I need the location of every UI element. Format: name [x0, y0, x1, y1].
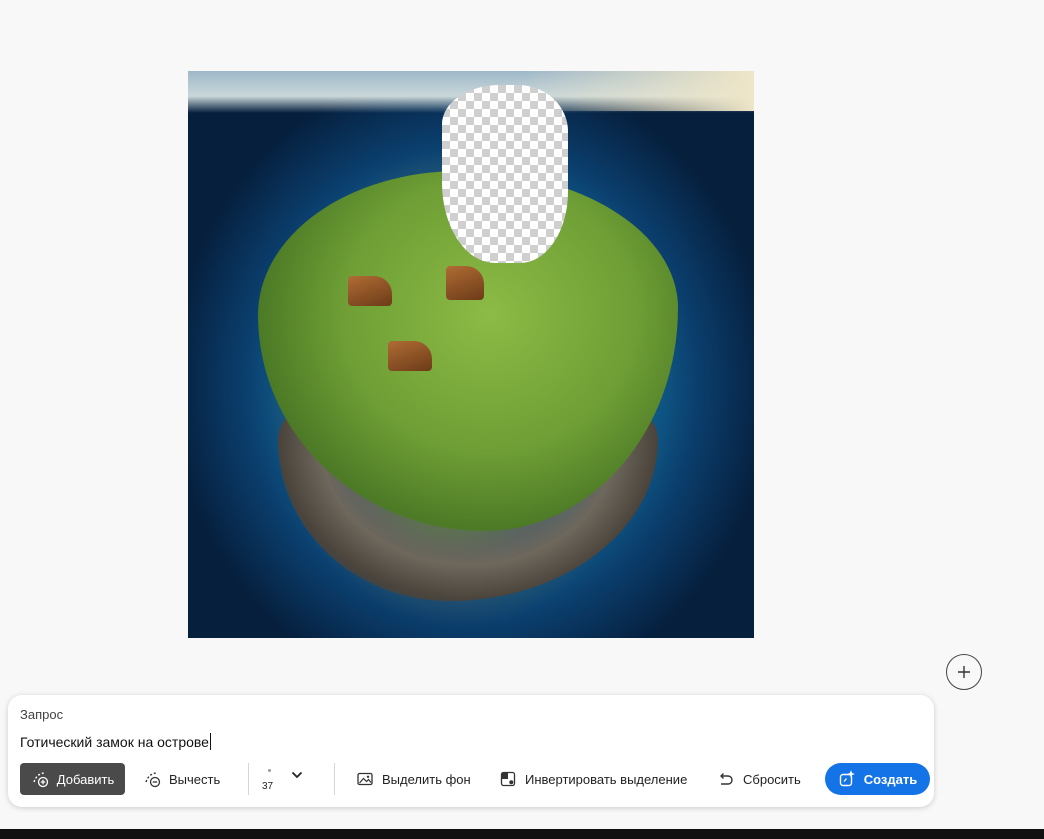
image-icon: [357, 772, 373, 786]
invert-selection-label: Инвертировать выделение: [525, 771, 688, 787]
brush-size-preview: [268, 769, 271, 772]
invert-selection-icon: [500, 771, 516, 787]
invert-selection-button[interactable]: Инвертировать выделение: [499, 763, 687, 795]
prompt-panel: Запрос Готический замок на острове Добав…: [8, 695, 934, 807]
add-image-button[interactable]: [946, 654, 982, 690]
prompt-input[interactable]: Готический замок на острове: [20, 733, 211, 750]
subtract-selection-label: Вычесть: [169, 771, 221, 787]
toolbar: Добавить Вычесть 37 Выделить фон Инверти…: [20, 763, 930, 795]
bottom-bar: [0, 829, 1044, 839]
brush-size-value: 37: [262, 781, 274, 792]
subtract-selection-button[interactable]: Вычесть: [143, 763, 220, 795]
reset-button[interactable]: Сбросить: [717, 763, 801, 795]
plus-icon: [958, 666, 970, 678]
canvas-image[interactable]: [188, 71, 754, 638]
brush-subtract-icon: [145, 772, 161, 788]
select-background-button[interactable]: Выделить фон: [356, 763, 471, 795]
hut-1: [348, 276, 392, 306]
reset-label: Сбросить: [743, 771, 801, 787]
add-selection-button[interactable]: Добавить: [20, 763, 125, 795]
prompt-label: Запрос: [20, 707, 64, 722]
create-label: Создать: [863, 771, 918, 787]
generate-icon: [839, 770, 855, 787]
add-selection-label: Добавить: [56, 771, 115, 787]
text-caret: [209, 733, 211, 750]
create-button[interactable]: Создать: [825, 763, 930, 795]
transparent-mask-area[interactable]: [442, 85, 568, 263]
divider: [334, 763, 335, 795]
undo-icon: [720, 773, 733, 785]
hut-2: [446, 266, 484, 300]
prompt-text: Готический замок на острове: [20, 734, 209, 750]
divider: [248, 763, 249, 795]
hut-3: [388, 341, 432, 371]
brush-size-control[interactable]: 37: [262, 763, 314, 795]
select-background-label: Выделить фон: [382, 771, 471, 787]
chevron-down-icon[interactable]: [290, 768, 304, 782]
brush-add-icon: [33, 772, 48, 788]
